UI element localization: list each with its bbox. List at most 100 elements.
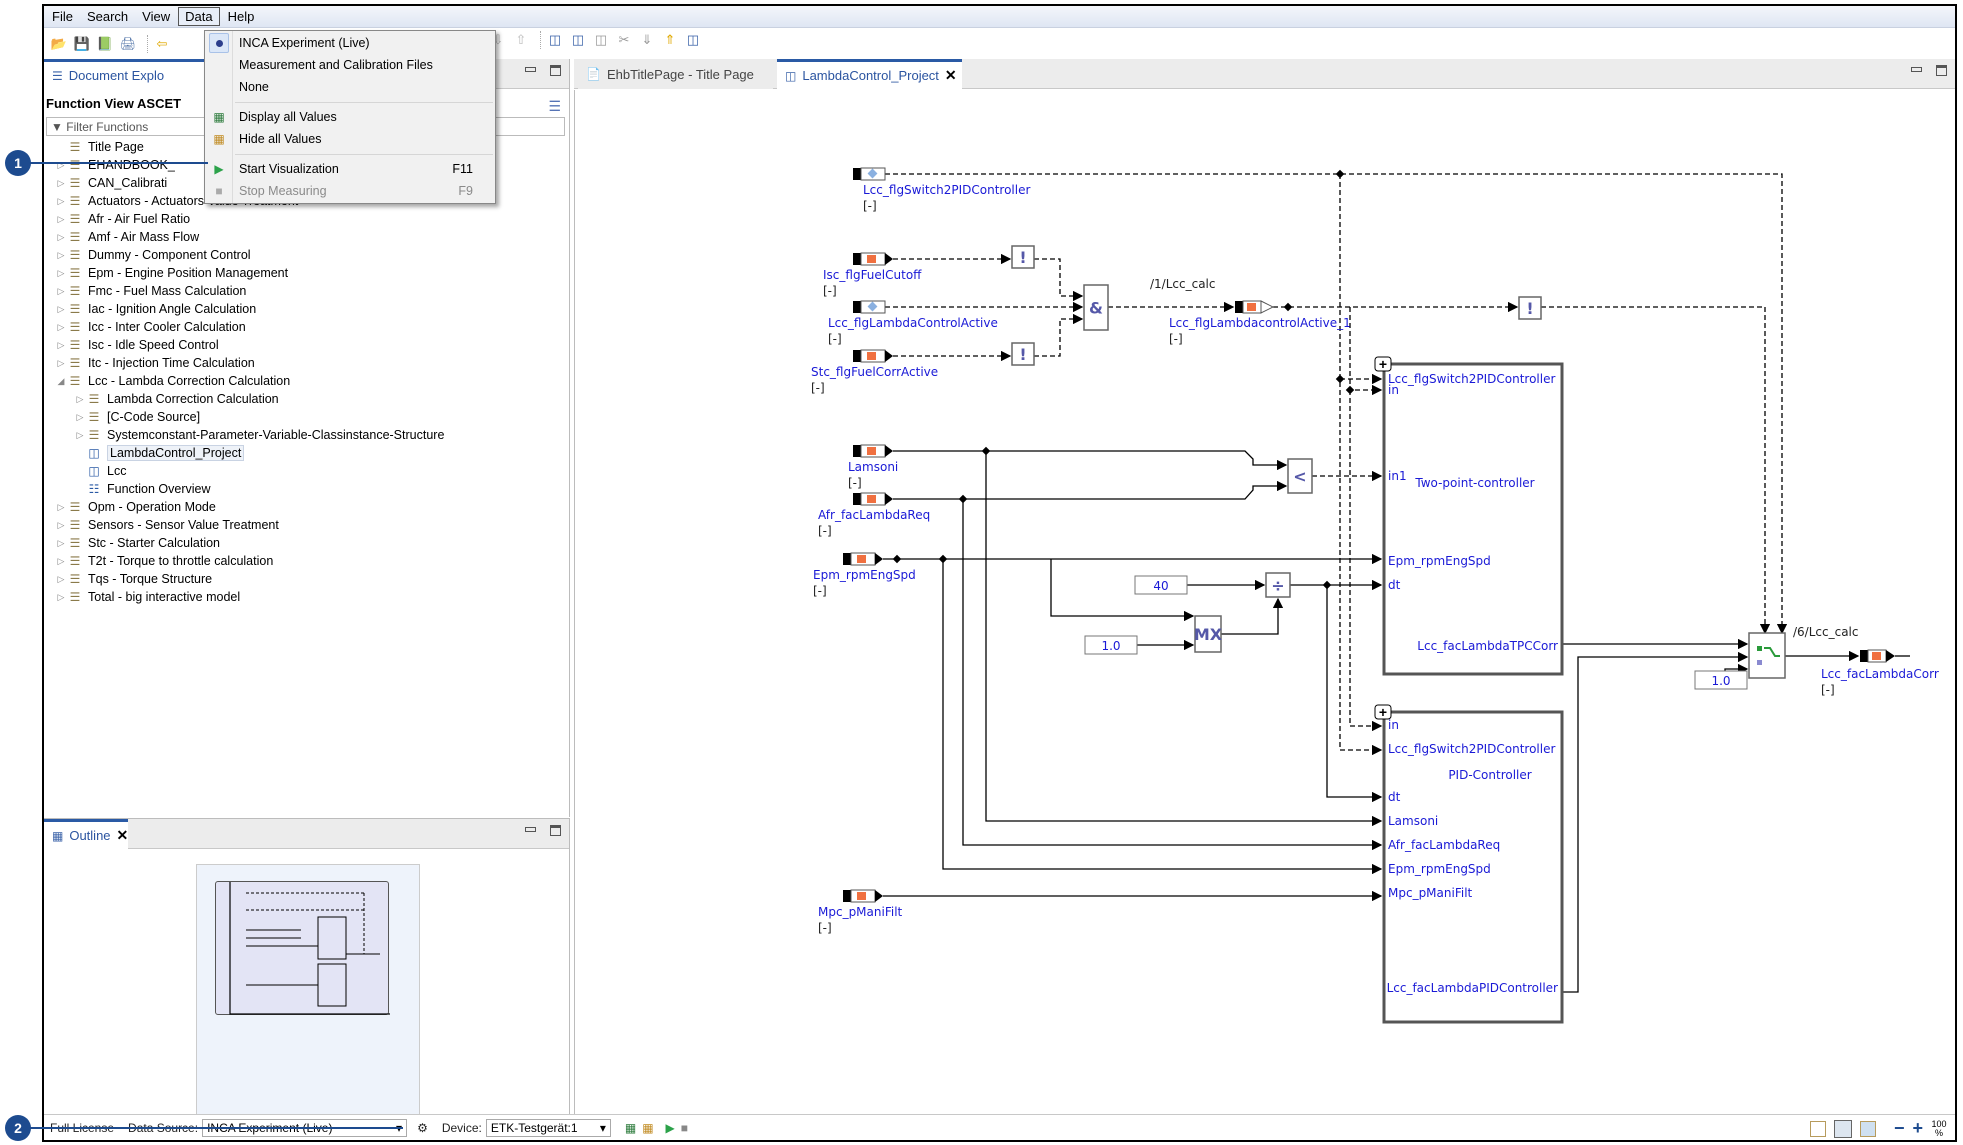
expand-arrow-icon[interactable]: ▷ <box>54 214 68 225</box>
diagram-up-icon[interactable]: ◫ <box>684 31 702 49</box>
expand-arrow-icon[interactable]: ▷ <box>54 178 68 189</box>
menu-file[interactable]: File <box>46 8 79 25</box>
output-signal-name[interactable]: Lcc_facLambdaCorr <box>1821 667 1939 681</box>
play-icon[interactable]: ▶ <box>666 1121 675 1135</box>
back-arrow-icon[interactable]: ⇦ <box>153 35 171 53</box>
expand-arrow-icon[interactable]: ▷ <box>54 592 68 603</box>
signal-name-Lcc_flgLambdaControlActive[interactable]: Lcc_flgLambdaControlActive <box>828 316 998 330</box>
menu-item-start-visualization[interactable]: ▶ Start Visualization F11 <box>205 158 495 180</box>
diagram-cancel-icon[interactable]: ◫ <box>592 31 610 49</box>
menu-view[interactable]: View <box>136 8 176 25</box>
zoom-in-icon[interactable]: + <box>1912 1118 1923 1139</box>
tree-item[interactable]: ▷ ☰ [C-Code Source] <box>44 408 569 426</box>
up-arrow-icon[interactable]: ⇧ <box>512 31 530 49</box>
zoom-out-icon[interactable]: − <box>1894 1118 1905 1139</box>
expand-arrow-icon[interactable]: ▷ <box>73 430 87 441</box>
expand-arrow-icon[interactable]: ▷ <box>54 304 68 315</box>
signal-name-Afr_facLambdaReq[interactable]: Afr_facLambdaReq <box>818 508 930 522</box>
tree-item[interactable]: ▷ ☰ Dummy - Component Control <box>44 246 569 264</box>
tree-item[interactable]: ▷ ☰ Isc - Idle Speed Control <box>44 336 569 354</box>
tree-item[interactable]: ▷ ☰ Fmc - Fuel Mass Calculation <box>44 282 569 300</box>
expand-arrow-icon[interactable]: ▷ <box>54 286 68 297</box>
expand-arrow-icon[interactable]: ▷ <box>54 196 68 207</box>
outline-viewport[interactable] <box>215 879 395 1015</box>
close-icon[interactable]: ✕ <box>117 827 129 844</box>
list-view-icon[interactable]: ☰ <box>548 98 561 115</box>
device-select[interactable]: ETK-Testgerät:1 ▾ <box>485 1118 611 1137</box>
tree-item[interactable]: ▷ ☰ Opm - Operation Mode <box>44 498 569 516</box>
tree-item[interactable]: ▷ ☰ Lambda Correction Calculation <box>44 390 569 408</box>
expand-arrow-icon[interactable]: ▷ <box>73 394 87 405</box>
expand-arrow-icon[interactable]: ▷ <box>54 250 68 261</box>
tree-item[interactable]: ▷ ☰ Amf - Air Mass Flow <box>44 228 569 246</box>
tab-lambdacontrol-project[interactable]: ◫ LambdaControl_Project ✕ <box>777 59 962 89</box>
expand-arrow-icon[interactable]: ▷ <box>54 268 68 279</box>
tree-item[interactable]: ◫ LambdaControl_Project <box>44 444 569 462</box>
tree-item[interactable]: ▷ ☰ Total - big interactive model <box>44 588 569 606</box>
tree-item[interactable]: ▷ ☰ Afr - Air Fuel Ratio <box>44 210 569 228</box>
signal-name-Lcc_flgSwitch2PIDController[interactable]: Lcc_flgSwitch2PIDController <box>863 183 1030 197</box>
close-icon[interactable]: ✕ <box>945 67 957 84</box>
signal-name-Epm_rpmEngSpd[interactable]: Epm_rpmEngSpd <box>813 568 916 582</box>
menu-item-measurement-files[interactable]: Measurement and Calibration Files <box>205 54 495 76</box>
expand-arrow-icon[interactable]: ▷ <box>54 358 68 369</box>
maximize-icon[interactable] <box>1936 65 1947 76</box>
tab-outline[interactable]: ▦ Outline ✕ <box>44 819 128 849</box>
signal-name-Lamsoni[interactable]: Lamsoni <box>848 460 898 474</box>
open-folder-icon[interactable]: 📂 <box>50 35 68 53</box>
tab-document-explorer[interactable]: ☰ Document Explo <box>44 59 204 89</box>
expand-arrow-icon[interactable]: ▷ <box>54 538 68 549</box>
print-icon[interactable]: 🖨 <box>119 35 137 53</box>
menu-help[interactable]: Help <box>222 8 261 25</box>
outline-thumbnail[interactable] <box>196 864 420 1116</box>
menu-search[interactable]: Search <box>81 8 134 25</box>
display-values-icon[interactable]: ▦ <box>625 1121 636 1135</box>
scissors-icon[interactable]: ✂ <box>615 31 633 49</box>
expand-arrow-icon[interactable]: ▷ <box>54 322 68 333</box>
tree-item[interactable]: ▷ ☰ Iac - Ignition Angle Calculation <box>44 300 569 318</box>
tree-item[interactable]: ▷ ☰ Itc - Injection Time Calculation <box>44 354 569 372</box>
person-view-icon[interactable] <box>1859 1120 1876 1137</box>
tree-item[interactable]: ☷ Function Overview <box>44 480 569 498</box>
menu-item-display-all-values[interactable]: ▦ Display all Values <box>205 106 495 128</box>
maximize-icon[interactable] <box>550 825 561 836</box>
expand-arrow-icon[interactable]: ▷ <box>54 520 68 531</box>
diagram-a-icon[interactable]: ◫ <box>569 31 587 49</box>
expand-arrow-icon[interactable]: ▷ <box>54 574 68 585</box>
tree-item[interactable]: ◫ Lcc <box>44 462 569 480</box>
tree-item[interactable]: ◢ ☰ Lcc - Lambda Correction Calculation <box>44 372 569 390</box>
signal-name-Mpc_pManiFilt[interactable]: Mpc_pManiFilt <box>818 905 903 919</box>
minimize-icon[interactable] <box>525 827 536 832</box>
expand-arrow-icon[interactable]: ▷ <box>54 340 68 351</box>
tree-item[interactable]: ▷ ☰ Stc - Starter Calculation <box>44 534 569 552</box>
expand-arrow-icon[interactable]: ▷ <box>54 502 68 513</box>
maximize-icon[interactable] <box>550 65 561 76</box>
expand-arrow-icon[interactable]: ▷ <box>54 556 68 567</box>
tree-item[interactable]: ▷ ☰ T2t - Torque to throttle calculation <box>44 552 569 570</box>
menu-item-hide-all-values[interactable]: ▦ Hide all Values <box>205 128 495 150</box>
page-view-icon[interactable] <box>1809 1120 1826 1137</box>
move-down-icon[interactable]: ⇓ <box>638 31 656 49</box>
two-point-controller-block[interactable] <box>1382 362 1564 676</box>
tab-ehb-title-page[interactable]: 📄 EhbTitlePage - Title Page <box>578 59 773 89</box>
book-icon[interactable]: 📗 <box>96 35 114 53</box>
expand-arrow-icon[interactable]: ▷ <box>54 232 68 243</box>
gear-icon[interactable]: ⚙ <box>417 1121 428 1135</box>
stop-icon[interactable]: ■ <box>681 1121 688 1135</box>
split-view-icon[interactable] <box>1833 1119 1852 1138</box>
hide-values-icon[interactable]: ▦ <box>642 1121 653 1135</box>
move-up-icon[interactable]: ⇑ <box>661 31 679 49</box>
expand-arrow-icon[interactable]: ▷ <box>73 412 87 423</box>
tree-item[interactable]: ▷ ☰ Icc - Inter Cooler Calculation <box>44 318 569 336</box>
save-icon[interactable]: 💾 <box>73 35 91 53</box>
diagram-d-icon[interactable]: ◫ <box>546 31 564 49</box>
signal-name-Isc_flgFuelCutoff[interactable]: Isc_flgFuelCutoff <box>823 268 922 282</box>
tree-item[interactable]: ▷ ☰ Epm - Engine Position Management <box>44 264 569 282</box>
menu-item-inca-experiment[interactable]: INCA Experiment (Live) <box>205 32 495 54</box>
menu-item-none[interactable]: None <box>205 76 495 98</box>
minimize-icon[interactable] <box>1911 67 1922 72</box>
expanded-arrow-icon[interactable]: ◢ <box>54 376 68 387</box>
tree-item[interactable]: ▷ ☰ Systemconstant-Parameter-Variable-Clas… <box>44 426 569 444</box>
tree-item[interactable]: ▷ ☰ Sensors - Sensor Value Treatment <box>44 516 569 534</box>
block-diagram-canvas[interactable]: Lcc_flgSwitch2PIDController [-] Isc_flgFue… <box>574 90 1955 1118</box>
